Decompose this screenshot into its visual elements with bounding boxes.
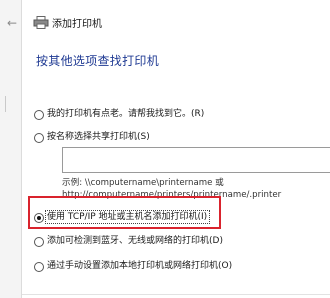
shared-printer-name-input[interactable] xyxy=(62,147,330,173)
option-label: 按名称选择共享打印机(S) xyxy=(47,132,150,142)
option-label: 使用 TCP/IP 地址或主机名添加打印机(I) xyxy=(47,212,208,222)
left-pane: ← xyxy=(0,0,22,298)
example-line-1: 示例: \\computername\printername 或 xyxy=(62,178,224,188)
back-arrow-icon[interactable]: ← xyxy=(5,16,19,30)
radio-button[interactable] xyxy=(34,262,44,272)
option-label: 我的打印机有点老。请帮我找到它。(R) xyxy=(47,109,205,119)
radio-button[interactable] xyxy=(34,133,44,143)
option-label: 添加可检测到蓝牙、无线或网络的打印机(D) xyxy=(47,236,223,246)
radio-button-selected[interactable] xyxy=(34,213,44,223)
pane-divider-mark xyxy=(5,96,16,112)
radio-button[interactable] xyxy=(34,237,44,247)
page-heading: 按其他选项查找打印机 xyxy=(36,54,160,68)
option-label: 通过手动设置添加本地打印机或网络打印机(O) xyxy=(47,261,233,271)
printer-icon xyxy=(33,16,49,29)
radio-button[interactable] xyxy=(34,110,44,120)
window-title: 添加打印机 xyxy=(52,19,102,30)
divider xyxy=(22,294,330,295)
